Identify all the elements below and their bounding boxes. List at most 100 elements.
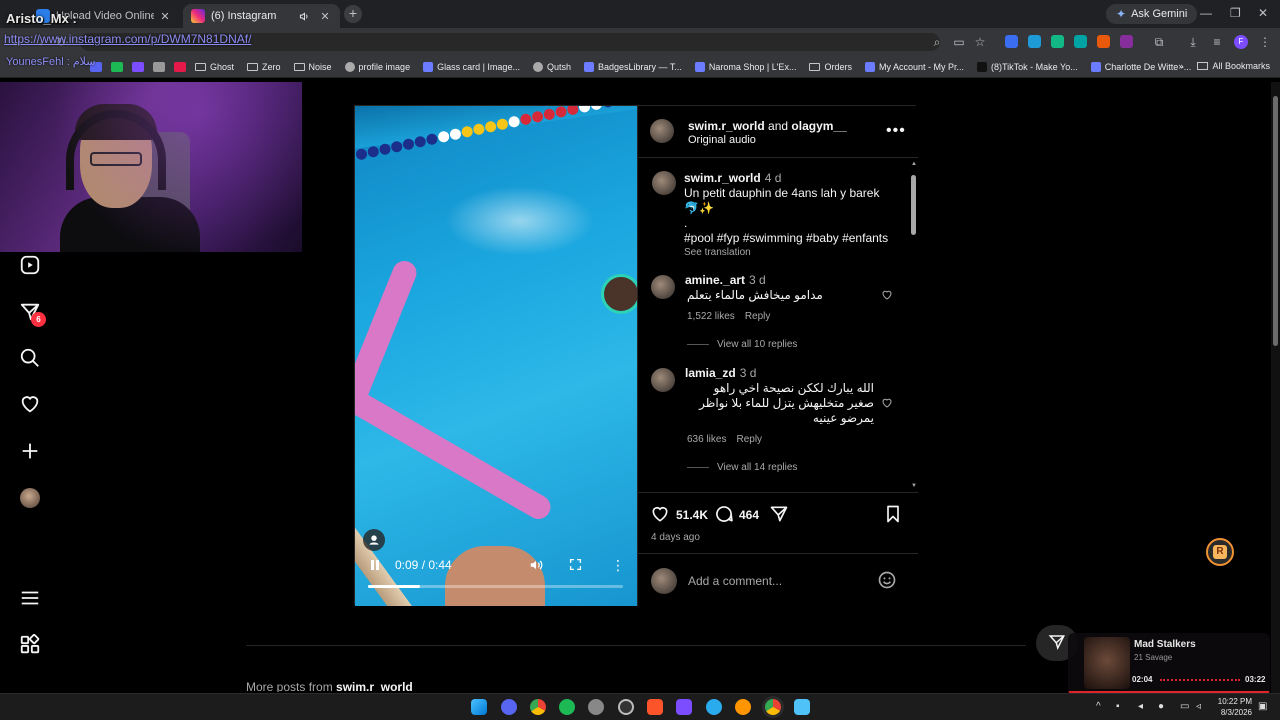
network-icon[interactable]: ▭ bbox=[1180, 701, 1189, 712]
menu-dots-icon[interactable]: ⋮ bbox=[1258, 35, 1272, 49]
bookmark-item[interactable]: profile image bbox=[344, 61, 410, 72]
author-avatar[interactable] bbox=[650, 119, 674, 143]
post-options-icon[interactable]: ••• bbox=[886, 122, 906, 140]
zoom-icon[interactable]: ⌕ bbox=[930, 35, 944, 49]
comment-icon[interactable] bbox=[714, 504, 734, 524]
telegram-icon[interactable] bbox=[706, 699, 722, 715]
caption-hashtags[interactable]: #pool #fyp #swimming #baby #enfants bbox=[684, 231, 888, 246]
system-clock[interactable]: 10:22 PM 8/3/2026 bbox=[1212, 696, 1252, 718]
bookmark-item[interactable]: Zero bbox=[247, 62, 281, 72]
page-scrollbar-thumb[interactable] bbox=[1273, 96, 1278, 346]
bookmark-app-icon[interactable] bbox=[153, 61, 165, 72]
extension-icon[interactable] bbox=[1051, 35, 1064, 48]
video-progress-bar[interactable] bbox=[368, 585, 623, 588]
view-replies-button[interactable]: View all 10 replies bbox=[687, 339, 797, 350]
caption-author-link[interactable]: swim.r_world bbox=[684, 171, 761, 185]
close-window-icon[interactable]: ✕ bbox=[1258, 6, 1268, 20]
commenter-link[interactable]: amine._art bbox=[685, 273, 745, 287]
close-tab-icon[interactable]: ✕ bbox=[158, 10, 172, 23]
extension-icon[interactable] bbox=[1120, 35, 1133, 48]
app-icon[interactable] bbox=[676, 699, 692, 715]
like-icon[interactable] bbox=[650, 504, 670, 524]
microphone-icon[interactable]: ● bbox=[1158, 701, 1164, 712]
media-control-icon[interactable]: ≡ bbox=[1210, 35, 1224, 49]
tray-chevron-icon[interactable]: ^ bbox=[1096, 701, 1101, 712]
bookmark-star-icon[interactable]: ☆ bbox=[973, 35, 987, 49]
close-tab-icon[interactable]: ✕ bbox=[318, 10, 332, 23]
bookmark-item[interactable]: Noise bbox=[293, 62, 332, 72]
author-link[interactable]: swim.r_world bbox=[688, 119, 765, 133]
minimize-icon[interactable]: — bbox=[1200, 6, 1212, 20]
caption-avatar[interactable] bbox=[652, 171, 676, 195]
reply-button[interactable]: Reply bbox=[745, 311, 771, 322]
profile-avatar[interactable] bbox=[20, 488, 40, 508]
extension-icon[interactable] bbox=[1097, 35, 1110, 48]
bookmark-app-icon[interactable] bbox=[174, 61, 186, 72]
view-replies-button[interactable]: View all 14 replies bbox=[687, 462, 797, 473]
volume-icon[interactable] bbox=[529, 558, 543, 572]
app-icon[interactable] bbox=[794, 699, 810, 715]
comments-list[interactable]: swim.r_world 4 d Un petit dauphin de 4ans… bbox=[638, 159, 918, 493]
profile-avatar-icon[interactable]: F bbox=[1234, 35, 1248, 49]
maximize-icon[interactable]: ❐ bbox=[1230, 6, 1241, 20]
share-icon[interactable] bbox=[769, 504, 789, 524]
more-menu-icon[interactable] bbox=[19, 587, 41, 609]
download-icon[interactable]: ⤓ bbox=[1186, 35, 1200, 49]
add-comment-input[interactable]: Add a comment... bbox=[688, 574, 782, 588]
comments-count[interactable]: 464 bbox=[739, 508, 759, 522]
also-from-meta-icon[interactable] bbox=[19, 634, 41, 656]
bookmark-item[interactable]: BadgesLibrary — T... bbox=[583, 61, 682, 72]
app-icon[interactable] bbox=[618, 699, 634, 715]
commenter-avatar[interactable] bbox=[651, 275, 675, 299]
scrollbar-thumb[interactable] bbox=[911, 175, 916, 235]
notifications-icon[interactable]: ▣ bbox=[1258, 701, 1267, 712]
bookmark-item[interactable]: My Account - My Pr... bbox=[864, 61, 964, 72]
search-icon[interactable] bbox=[19, 347, 41, 369]
emoji-icon[interactable] bbox=[877, 570, 897, 590]
bookmark-item[interactable]: (8)TikTok - Make Yo... bbox=[977, 61, 1078, 72]
volume-tray-icon[interactable]: ◃ bbox=[1196, 701, 1201, 712]
discord-icon[interactable] bbox=[501, 699, 517, 715]
scroll-down-icon[interactable]: ▼ bbox=[911, 483, 917, 489]
bookmark-app-icon[interactable] bbox=[132, 61, 144, 72]
start-icon[interactable] bbox=[471, 699, 487, 715]
chrome-icon[interactable] bbox=[530, 699, 546, 715]
tray-app-icon[interactable]: ◂ bbox=[1138, 701, 1143, 712]
tagged-user-icon[interactable] bbox=[363, 529, 385, 551]
more-posts-user-link[interactable]: swim.r_world bbox=[336, 680, 413, 692]
bookmark-item[interactable]: Qutsh bbox=[532, 61, 571, 72]
comment-like-icon[interactable] bbox=[881, 289, 893, 301]
fullscreen-icon[interactable] bbox=[569, 558, 582, 571]
all-bookmarks-button[interactable]: » All Bookmarks bbox=[1178, 61, 1270, 71]
coauthor-link[interactable]: olagym__ bbox=[791, 119, 846, 133]
bookmark-item[interactable]: Glass card | Image... bbox=[423, 61, 520, 72]
chevron-right-icon[interactable]: » bbox=[1178, 61, 1183, 71]
comments-scrollbar[interactable]: ▲ ▼ bbox=[911, 161, 917, 491]
comment-likes[interactable]: 1,522 likes bbox=[687, 311, 735, 322]
spotify-icon[interactable] bbox=[559, 699, 575, 715]
obs-icon[interactable] bbox=[588, 699, 604, 715]
bookmark-item[interactable]: Naroma Shop | L'Ex... bbox=[694, 61, 796, 72]
ask-gemini-button[interactable]: ✦ Ask Gemini bbox=[1106, 4, 1198, 24]
new-tab-button[interactable]: + bbox=[344, 5, 362, 23]
original-audio-link[interactable]: Original audio bbox=[688, 134, 756, 146]
bookmark-item[interactable]: Charlotte De Witte -... bbox=[1090, 61, 1191, 72]
create-plus-icon[interactable] bbox=[19, 440, 41, 462]
scroll-up-icon[interactable]: ▲ bbox=[911, 161, 917, 167]
tab-instagram[interactable]: (6) Instagram ✕ bbox=[183, 4, 340, 28]
comment-like-icon[interactable] bbox=[881, 397, 893, 409]
commenter-avatar[interactable] bbox=[651, 368, 675, 392]
speaker-icon[interactable] bbox=[299, 11, 310, 22]
commenter-link[interactable]: lamia_zd bbox=[685, 366, 736, 380]
cast-icon[interactable]: ▭ bbox=[952, 35, 966, 49]
app-icon[interactable] bbox=[735, 699, 751, 715]
reply-button[interactable]: Reply bbox=[736, 434, 762, 445]
bookmark-app-icon[interactable] bbox=[111, 61, 123, 72]
extension-icon[interactable] bbox=[1005, 35, 1018, 48]
heart-icon[interactable] bbox=[19, 393, 41, 415]
page-scrollbar[interactable] bbox=[1271, 82, 1280, 693]
bookmark-item[interactable]: Ghost bbox=[195, 62, 234, 72]
extension-icon[interactable] bbox=[1074, 35, 1087, 48]
bookmark-item[interactable]: Orders bbox=[809, 62, 852, 72]
comment-likes[interactable]: 636 likes bbox=[687, 434, 726, 445]
